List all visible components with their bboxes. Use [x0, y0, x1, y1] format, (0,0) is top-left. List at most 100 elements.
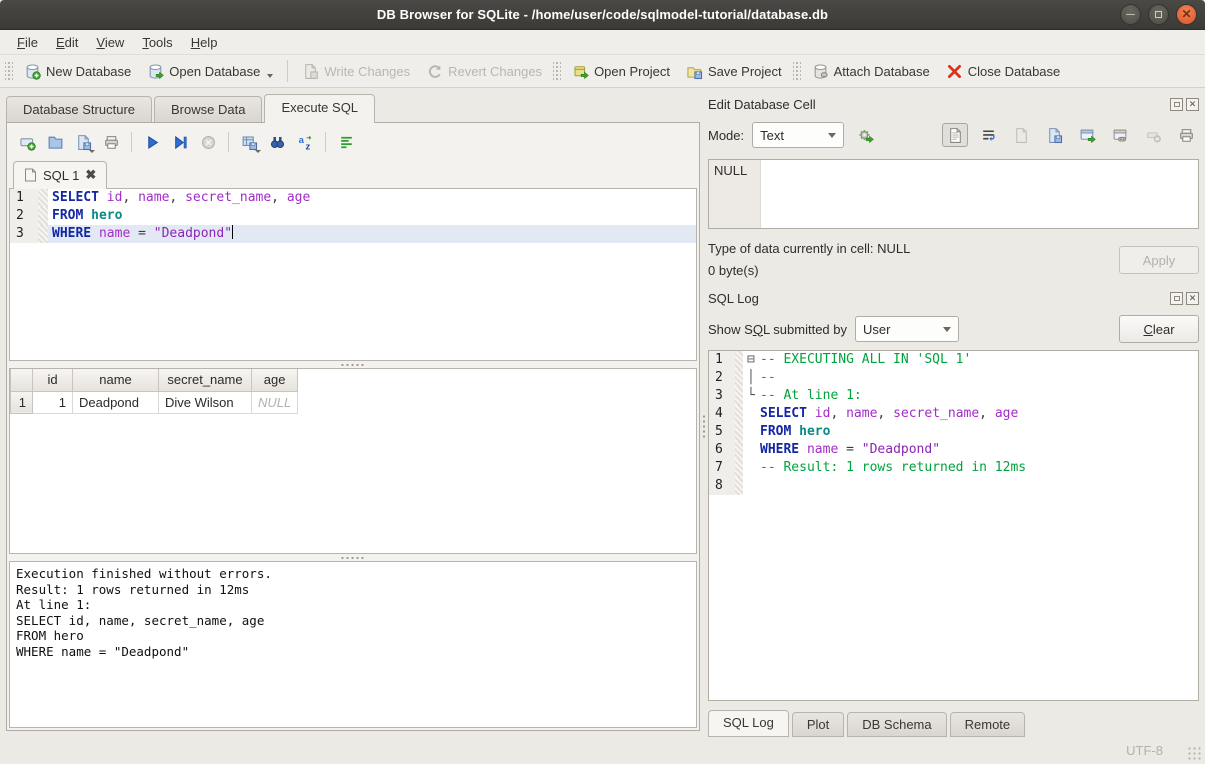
table-cell[interactable]: NULL: [252, 391, 298, 413]
attach-database-button[interactable]: Attach Database: [804, 59, 938, 84]
code-text: ⊟-- EXECUTING ALL IN 'SQL 1': [743, 351, 1198, 369]
column-header-name[interactable]: name: [73, 369, 159, 391]
toolbar-button-label: Open Database: [169, 64, 260, 79]
close-icon[interactable]: ✕: [1176, 4, 1197, 25]
stop-icon[interactable]: [196, 130, 220, 154]
apply-button[interactable]: Apply: [1119, 246, 1199, 274]
float-dock-icon[interactable]: [1170, 98, 1183, 111]
cell-edit-area[interactable]: [761, 160, 1198, 228]
auto-apply-icon[interactable]: [852, 123, 878, 147]
export-results-icon[interactable]: [237, 130, 261, 154]
minimize-icon[interactable]: ─: [1120, 4, 1141, 25]
log-filter-select[interactable]: User: [855, 316, 959, 342]
column-header-id[interactable]: id: [33, 369, 73, 391]
table-cell[interactable]: 1: [33, 391, 73, 413]
execute-all-icon[interactable]: [140, 130, 164, 154]
code-line[interactable]: 3WHERE name = "Deadpond": [10, 225, 696, 243]
code-line[interactable]: 2│--: [709, 369, 1198, 387]
menu-edit[interactable]: Edit: [47, 32, 87, 53]
table-cell[interactable]: Dive Wilson: [159, 391, 252, 413]
tab-browse-data[interactable]: Browse Data: [154, 96, 262, 123]
results-table-container[interactable]: idnamesecret_nameage11DeadpondDive Wilso…: [9, 368, 697, 554]
chevron-down-icon[interactable]: [255, 150, 261, 153]
bottom-tab-remote[interactable]: Remote: [950, 712, 1026, 737]
table-cell[interactable]: Deadpond: [73, 391, 159, 413]
results-table: idnamesecret_nameage11DeadpondDive Wilso…: [10, 369, 298, 414]
main-tab-bar: Database StructureBrowse DataExecute SQL: [6, 94, 377, 123]
main-area: Database StructureBrowse DataExecute SQL…: [0, 88, 1205, 737]
bottom-tab-sql-log[interactable]: SQL Log: [708, 710, 789, 737]
print-icon[interactable]: [99, 130, 123, 154]
execute-current-line-icon[interactable]: [168, 130, 192, 154]
column-header-age[interactable]: age: [252, 369, 298, 391]
format-sql-icon[interactable]: [334, 130, 358, 154]
menu-tools[interactable]: Tools: [133, 32, 181, 53]
sql-log-view[interactable]: 1⊟-- EXECUTING ALL IN 'SQL 1'2│--3└-- At…: [708, 350, 1199, 701]
import-cell-icon[interactable]: [1008, 123, 1034, 147]
line-number: 6: [709, 441, 735, 459]
set-null-icon[interactable]: [1140, 123, 1166, 147]
code-line[interactable]: 5 FROM hero: [709, 423, 1198, 441]
title-bar[interactable]: DB Browser for SQLite - /home/user/code/…: [0, 0, 1205, 30]
gutter-strip: [38, 207, 48, 225]
tab-execute-sql[interactable]: Execute SQL: [264, 94, 375, 123]
code-line[interactable]: 8: [709, 477, 1198, 495]
splitter-editor-results[interactable]: [9, 361, 697, 368]
sql-log-dock-title: SQL Log ✕: [708, 289, 1199, 307]
print-cell-icon[interactable]: [1173, 123, 1199, 147]
bottom-tab-db-schema[interactable]: DB Schema: [847, 712, 946, 737]
close-dock-icon[interactable]: ✕: [1186, 98, 1199, 111]
execution-status-box: Execution finished without errors. Resul…: [9, 561, 697, 728]
code-line[interactable]: 7 -- Result: 1 rows returned in 12ms: [709, 459, 1198, 477]
sql-tab[interactable]: SQL 1 ✖: [13, 161, 107, 189]
bottom-tab-plot[interactable]: Plot: [792, 712, 844, 737]
menu-help[interactable]: Help: [182, 32, 227, 53]
save-project-button[interactable]: Save Project: [678, 59, 790, 84]
chevron-down-icon[interactable]: [89, 150, 95, 153]
code-line[interactable]: 6 WHERE name = "Deadpond": [709, 441, 1198, 459]
new-database-button[interactable]: New Database: [16, 59, 139, 84]
code-line[interactable]: 1SELECT id, name, secret_name, age: [10, 189, 696, 207]
save-sql-file-icon[interactable]: [71, 130, 95, 154]
code-text: FROM hero: [743, 423, 1198, 441]
code-line[interactable]: 1⊟-- EXECUTING ALL IN 'SQL 1': [709, 351, 1198, 369]
code-line[interactable]: 2FROM hero: [10, 207, 696, 225]
code-line[interactable]: 3└-- At line 1:: [709, 387, 1198, 405]
close-dock-icon[interactable]: ✕: [1186, 292, 1199, 305]
write-changes-button[interactable]: Write Changes: [294, 59, 418, 84]
export-cell-icon[interactable]: [1041, 123, 1067, 147]
mode-select[interactable]: Text: [752, 122, 844, 148]
close-tab-icon[interactable]: ✖: [85, 167, 96, 183]
column-header-secret_name[interactable]: secret_name: [159, 369, 252, 391]
svg-text:a: a: [298, 135, 304, 146]
chevron-down-icon[interactable]: [267, 74, 273, 78]
splitter-results-status[interactable]: [9, 554, 697, 561]
row-header[interactable]: 1: [11, 391, 33, 413]
line-number: 4: [709, 405, 735, 423]
cell-editor[interactable]: NULL: [708, 159, 1199, 229]
menu-file[interactable]: File: [8, 32, 47, 53]
code-line[interactable]: 4 SELECT id, name, secret_name, age: [709, 405, 1198, 423]
maximize-icon[interactable]: [1148, 4, 1169, 25]
clear-log-button[interactable]: Clear: [1119, 315, 1199, 343]
log-filter-value: User: [863, 322, 890, 337]
link-data-icon[interactable]: [1107, 123, 1133, 147]
find-icon[interactable]: [265, 130, 289, 154]
open-project-button[interactable]: Open Project: [564, 59, 678, 84]
sql-editor[interactable]: 1SELECT id, name, secret_name, age2FROM …: [9, 189, 697, 361]
menu-view[interactable]: View: [87, 32, 133, 53]
text-mode-icon[interactable]: [942, 123, 968, 147]
find-replace-icon[interactable]: az: [293, 130, 317, 154]
word-wrap-icon[interactable]: [975, 123, 1001, 147]
open-sql-file-icon[interactable]: [43, 130, 67, 154]
splitter-vertical[interactable]: [700, 122, 708, 731]
float-dock-icon[interactable]: [1170, 292, 1183, 305]
tab-database-structure[interactable]: Database Structure: [6, 96, 152, 123]
new-sql-tab-icon[interactable]: [15, 130, 39, 154]
resize-grip-icon[interactable]: [1187, 746, 1201, 760]
close-database-button[interactable]: Close Database: [938, 59, 1069, 84]
table-row[interactable]: 11DeadpondDive WilsonNULL: [11, 391, 298, 413]
open-database-button[interactable]: Open Database: [139, 59, 281, 84]
revert-changes-button[interactable]: Revert Changes: [418, 59, 550, 84]
open-external-icon[interactable]: [1074, 123, 1100, 147]
